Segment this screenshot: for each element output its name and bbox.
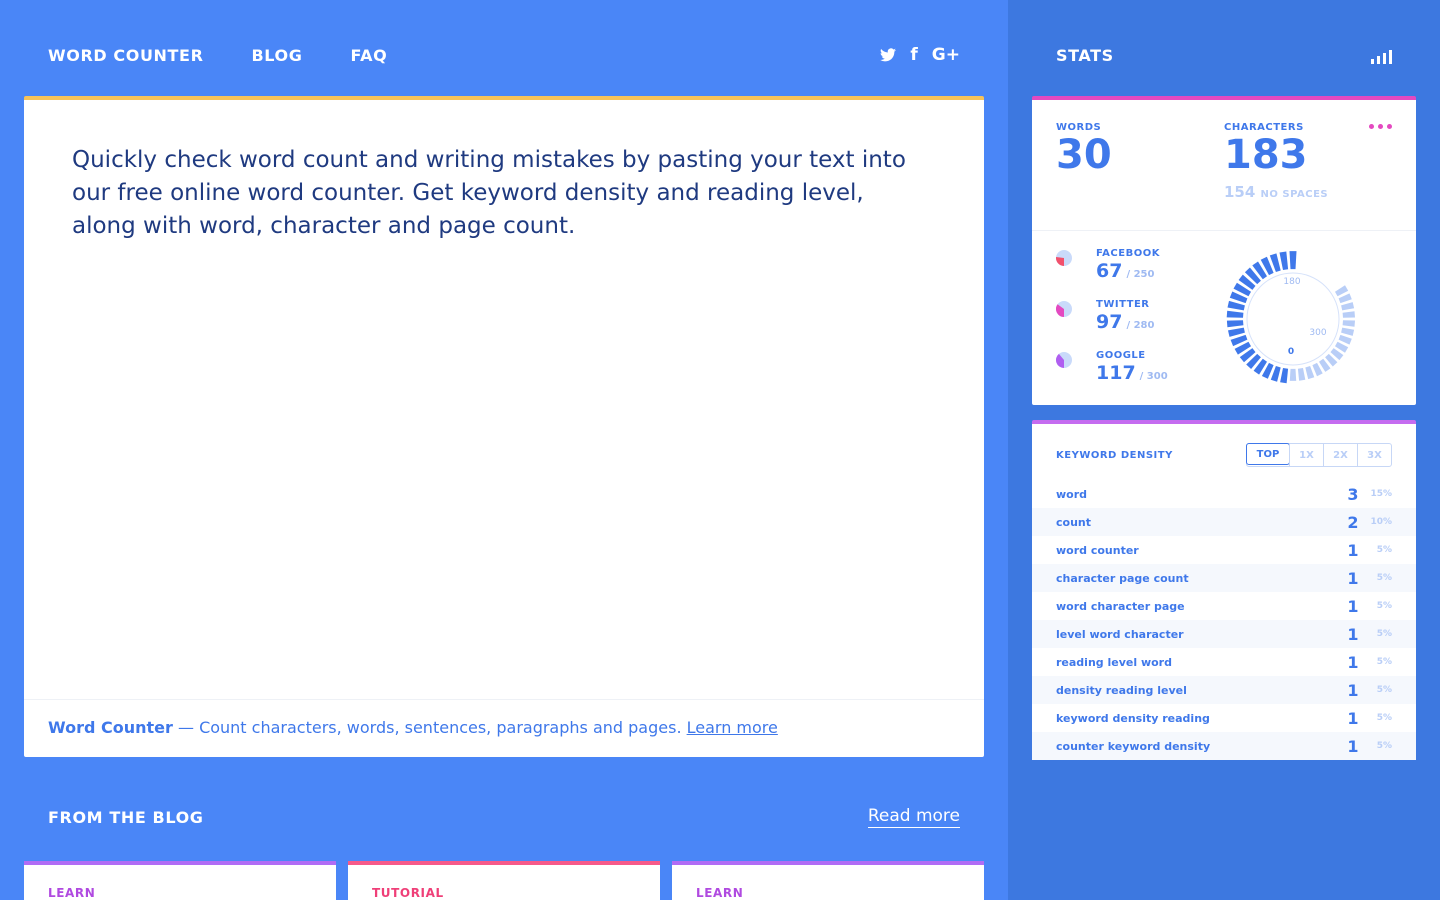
words-stat: WORDS 30 bbox=[1056, 122, 1112, 177]
keyword-row[interactable]: keyword density reading 1 5% bbox=[1032, 704, 1416, 732]
google-pie-icon bbox=[1056, 352, 1072, 368]
blog-card-category: LEARN bbox=[48, 886, 96, 900]
gauge-segment bbox=[1338, 334, 1352, 345]
top-nav: WORD COUNTER BLOG FAQ bbox=[48, 46, 387, 65]
tab-top[interactable]: TOP bbox=[1246, 443, 1290, 465]
gauge-segment bbox=[1226, 310, 1244, 318]
keyword-row[interactable]: density reading level 1 5% bbox=[1032, 676, 1416, 704]
keyword-row[interactable]: level word character 1 5% bbox=[1032, 620, 1416, 648]
keyword-list: word 3 15% count 2 10% word counter 1 5% chara… bbox=[1032, 480, 1416, 760]
gauge-segment bbox=[1289, 368, 1297, 381]
gauge-segment bbox=[1280, 368, 1289, 384]
gauge-segment bbox=[1335, 285, 1349, 297]
tab-1x[interactable]: 1X bbox=[1289, 444, 1323, 466]
gauge-label-300: 300 bbox=[1309, 328, 1326, 338]
density-tabs: TOP 1X 2X 3X bbox=[1246, 443, 1392, 467]
gauge-segment bbox=[1341, 302, 1355, 311]
editor-text[interactable]: Quickly check word count and writing mis… bbox=[72, 144, 932, 243]
blog-section-title: FROM THE BLOG bbox=[48, 808, 204, 827]
footer-text: — Count characters, words, sentences, pa… bbox=[172, 718, 687, 737]
blog-card-category: LEARN bbox=[696, 886, 744, 900]
gauge-segment bbox=[1342, 311, 1355, 318]
google-stat: GOOGLE 117/ 300 bbox=[1056, 350, 1168, 384]
facebook-pie-icon bbox=[1056, 250, 1072, 266]
blog-cards: LEARN TUTORIAL LEARN bbox=[24, 861, 984, 900]
keyword-row[interactable]: character page count 1 5% bbox=[1032, 564, 1416, 592]
nav-blog[interactable]: BLOG bbox=[252, 46, 303, 65]
gauge-segment bbox=[1279, 251, 1289, 270]
keyword-row[interactable]: counter keyword density 1 5% bbox=[1032, 732, 1416, 760]
gauge-segment bbox=[1341, 327, 1355, 336]
blog-card[interactable]: LEARN bbox=[672, 861, 984, 900]
gauge-segment bbox=[1297, 368, 1306, 381]
twitter-stat: TWITTER 97/ 280 bbox=[1056, 299, 1154, 333]
google-plus-icon[interactable]: G+ bbox=[932, 45, 960, 65]
nav-word-counter[interactable]: WORD COUNTER bbox=[48, 46, 204, 65]
more-options-icon[interactable] bbox=[1369, 124, 1392, 129]
gauge-label-180: 180 bbox=[1283, 277, 1300, 287]
gauge-segment bbox=[1338, 293, 1352, 304]
blog-card[interactable]: TUTORIAL bbox=[348, 861, 660, 900]
keyword-row[interactable]: word 3 15% bbox=[1032, 480, 1416, 508]
no-spaces-count: 154 NO SPACES bbox=[1224, 183, 1329, 201]
words-count: 30 bbox=[1056, 132, 1112, 178]
keyword-row[interactable]: word counter 1 5% bbox=[1032, 536, 1416, 564]
bar-chart-icon[interactable] bbox=[1371, 50, 1392, 64]
footer-brand: Word Counter bbox=[48, 718, 173, 737]
keyword-density-card: KEYWORD DENSITY TOP 1X 2X 3X word 3 15% co… bbox=[1032, 420, 1416, 760]
gauge-label-0: 0 bbox=[1288, 347, 1294, 357]
read-more-link[interactable]: Read more bbox=[867, 806, 960, 828]
social-links: f G+ bbox=[880, 45, 960, 65]
learn-more-link[interactable]: Learn more bbox=[687, 718, 778, 737]
editor-footer: Word Counter — Count characters, words, … bbox=[24, 699, 984, 757]
gauge-segment bbox=[1226, 320, 1244, 328]
character-gauge: 180 300 0 bbox=[1226, 251, 1355, 384]
gauge-segment bbox=[1342, 320, 1355, 327]
keyword-row[interactable]: reading level word 1 5% bbox=[1032, 648, 1416, 676]
tab-2x[interactable]: 2X bbox=[1323, 444, 1357, 466]
twitter-icon[interactable] bbox=[880, 48, 897, 62]
tab-3x[interactable]: 3X bbox=[1357, 444, 1391, 466]
gauge-segment bbox=[1228, 327, 1245, 337]
gauge-segment bbox=[1305, 366, 1315, 380]
stats-title: STATS bbox=[1056, 46, 1114, 65]
characters-stat: CHARACTERS 183 154 NO SPACES bbox=[1224, 122, 1328, 201]
blog-card-category: TUTORIAL bbox=[372, 886, 444, 900]
text-editor[interactable]: Quickly check word count and writing mis… bbox=[24, 96, 984, 757]
keyword-density-title: KEYWORD DENSITY bbox=[1056, 450, 1173, 461]
keyword-row[interactable]: word character page 1 5% bbox=[1032, 592, 1416, 620]
characters-count: 183 bbox=[1224, 132, 1308, 178]
gauge-segment bbox=[1289, 251, 1297, 270]
blog-card[interactable]: LEARN bbox=[24, 861, 336, 900]
stats-sidebar: STATS WORDS 30 CHARACTERS 183 154 NO SPA… bbox=[1008, 0, 1440, 900]
stats-card: WORDS 30 CHARACTERS 183 154 NO SPACES FA… bbox=[1032, 96, 1416, 405]
nav-faq[interactable]: FAQ bbox=[350, 46, 387, 65]
gauge-segment bbox=[1270, 366, 1281, 382]
twitter-pie-icon bbox=[1056, 301, 1072, 317]
divider bbox=[1032, 230, 1416, 231]
gauge-segment bbox=[1227, 300, 1245, 311]
facebook-icon[interactable]: f bbox=[910, 45, 917, 65]
facebook-stat: FACEBOOK 67/ 250 bbox=[1056, 248, 1160, 282]
keyword-row[interactable]: count 2 10% bbox=[1032, 508, 1416, 536]
main-area: WORD COUNTER BLOG FAQ f G+ Quickly check… bbox=[0, 0, 1008, 900]
